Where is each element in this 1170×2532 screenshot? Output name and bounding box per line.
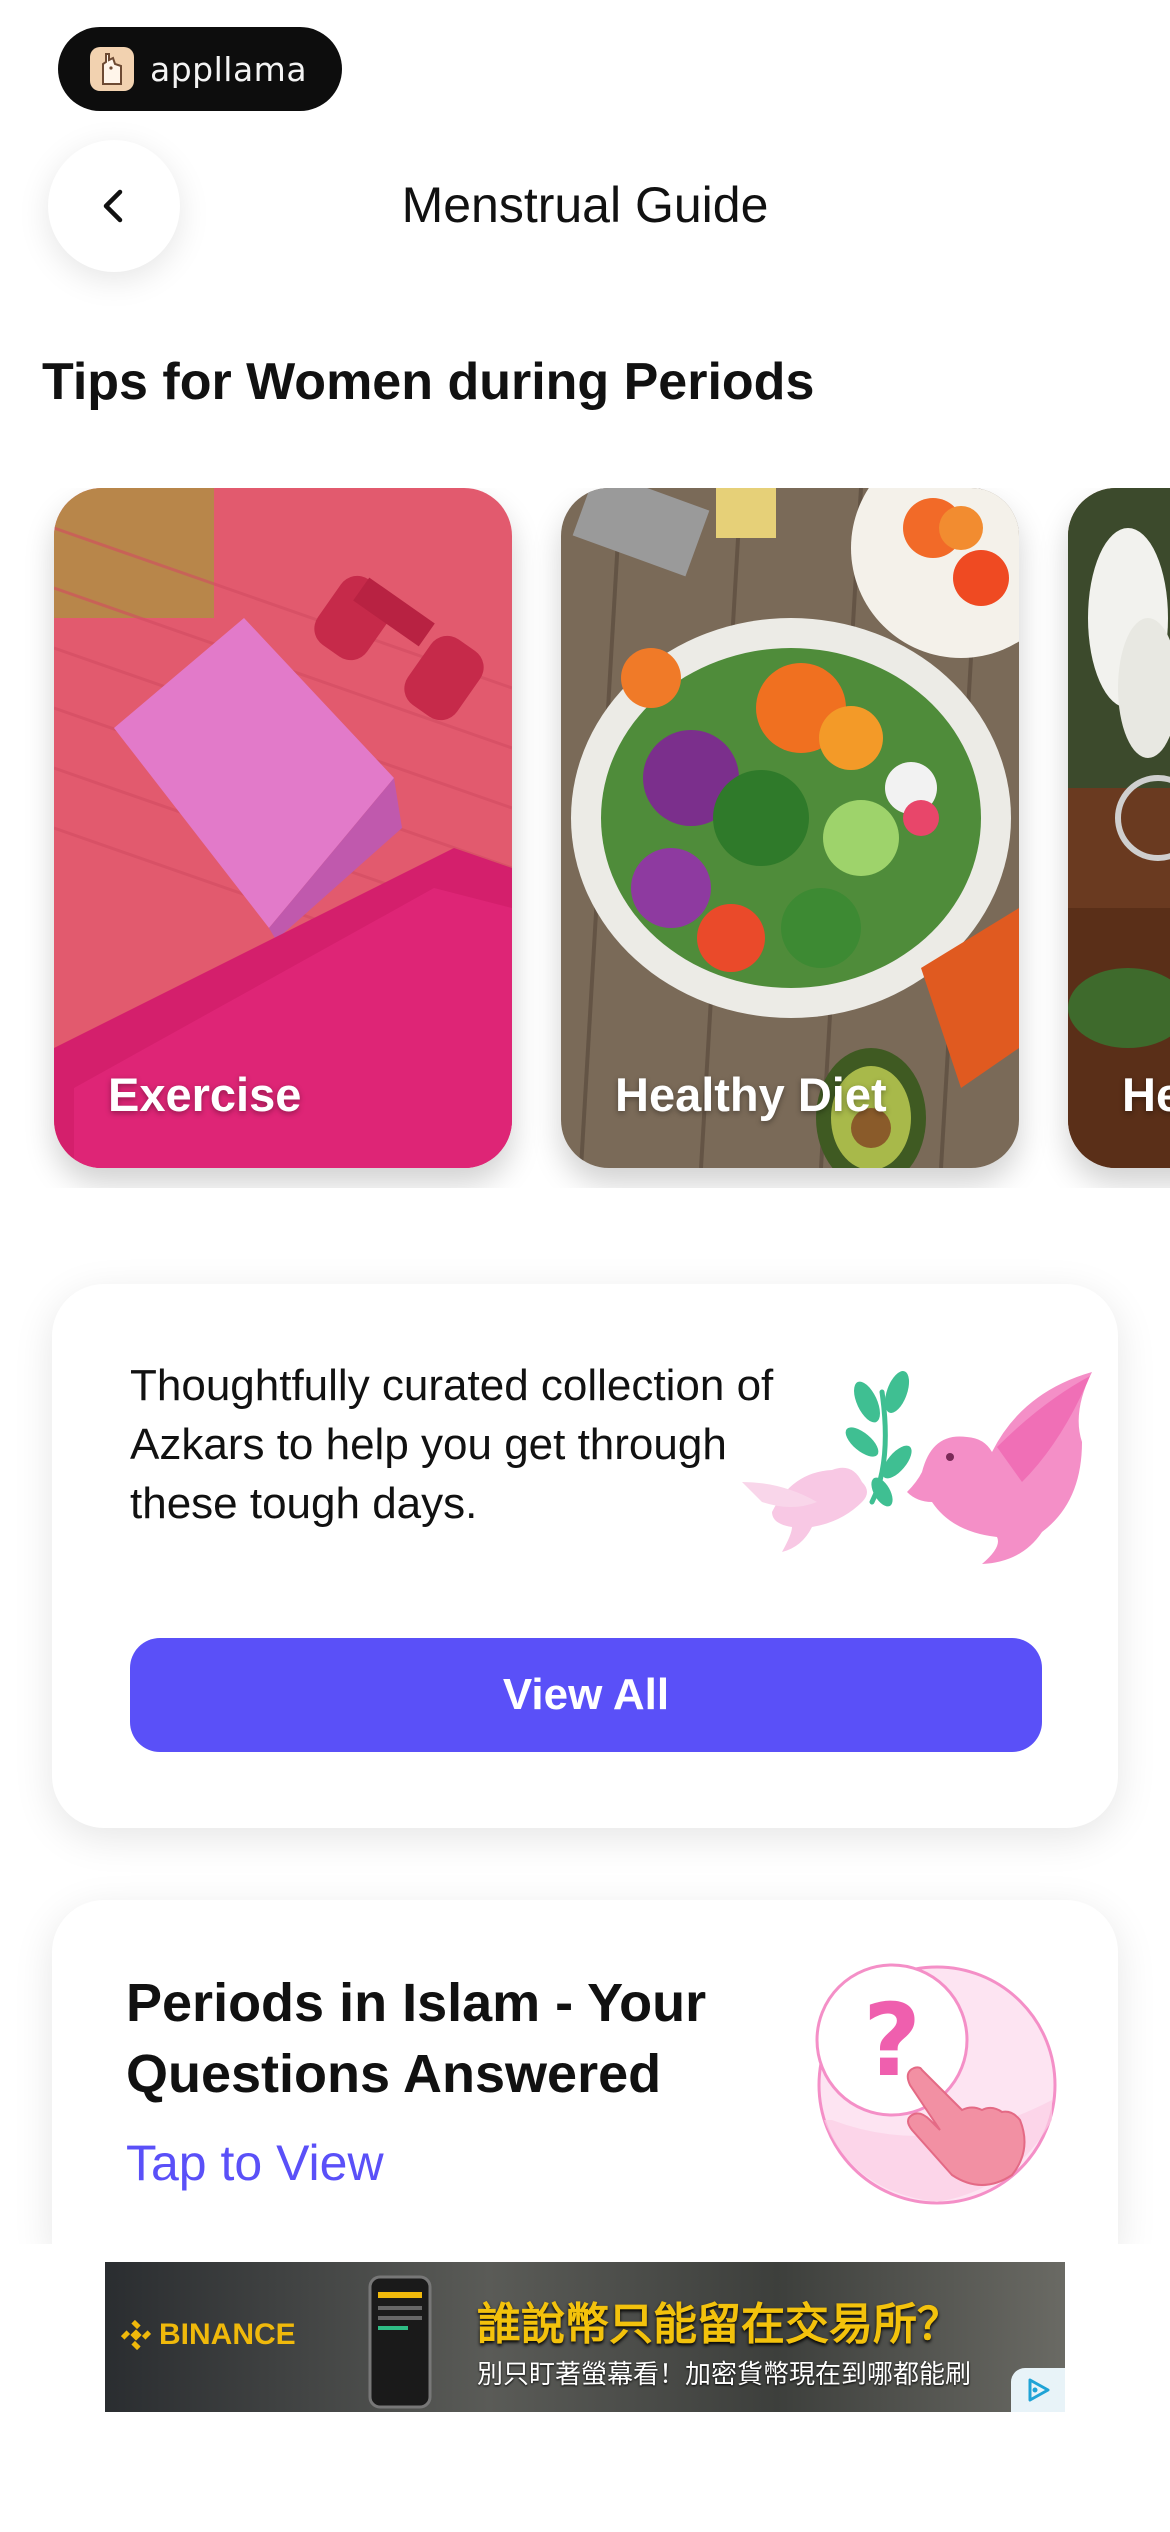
tap-to-view-link[interactable]: Tap to View (126, 2134, 384, 2192)
ad-brand-name: BINANCE (159, 2318, 296, 2351)
tip-label-exercise: Exercise (108, 1068, 302, 1121)
azkar-description: Thoughtfully curated collection of Azkar… (130, 1361, 774, 1528)
question-hand-icon: ? (815, 1963, 1057, 2205)
azkar-card: Thoughtfully curated collection of Azkar… (52, 1284, 1118, 1828)
dove-icon (742, 1371, 1092, 1564)
brand-badge[interactable]: appllama (58, 27, 342, 111)
ad-brand: BINANCE (121, 2318, 296, 2352)
islam-qa-card[interactable]: Periods in Islam - Your Questions Answer… (52, 1900, 1118, 2250)
ad-phone-image (368, 2275, 432, 2409)
ad-headline: 誰說幣只能留在交易所？ (477, 2299, 961, 2350)
ad-banner[interactable]: BINANCE 誰說幣只能留在交易所？ 別只盯著螢幕看！加密貨幣現在到哪都能刷 (105, 2262, 1065, 2412)
binance-logo-icon (121, 2320, 151, 2350)
tip-card-partial[interactable]: He (1068, 488, 1170, 1168)
ad-subline: 別只盯著螢幕看！加密貨幣現在到哪都能刷 (477, 2360, 972, 2390)
llama-icon (90, 47, 134, 91)
page-title: Menstrual Guide (401, 177, 769, 233)
ad-area: BINANCE 誰說幣只能留在交易所？ 別只盯著螢幕看！加密貨幣現在到哪都能刷 (0, 2244, 1170, 2532)
tip-card-exercise[interactable]: Exercise (54, 488, 512, 1168)
tip-label-partial: He (1122, 1068, 1170, 1121)
tip-partial-image (1068, 488, 1170, 1168)
tip-label-healthy-diet: Healthy Diet (615, 1068, 887, 1121)
tips-carousel[interactable]: Exercise Healthy Diet He (0, 488, 1170, 1188)
brand-name: appllama (150, 49, 308, 89)
ad-choices-icon[interactable] (1011, 2368, 1065, 2412)
view-all-button[interactable]: View All (130, 1638, 1042, 1752)
healthy-diet-image (561, 488, 1019, 1168)
islam-qa-title: Periods in Islam - Your Questions Answer… (126, 1973, 707, 2104)
exercise-image (54, 488, 512, 1168)
tip-card-healthy-diet[interactable]: Healthy Diet (561, 488, 1019, 1168)
tips-section-title: Tips for Women during Periods (42, 353, 815, 411)
